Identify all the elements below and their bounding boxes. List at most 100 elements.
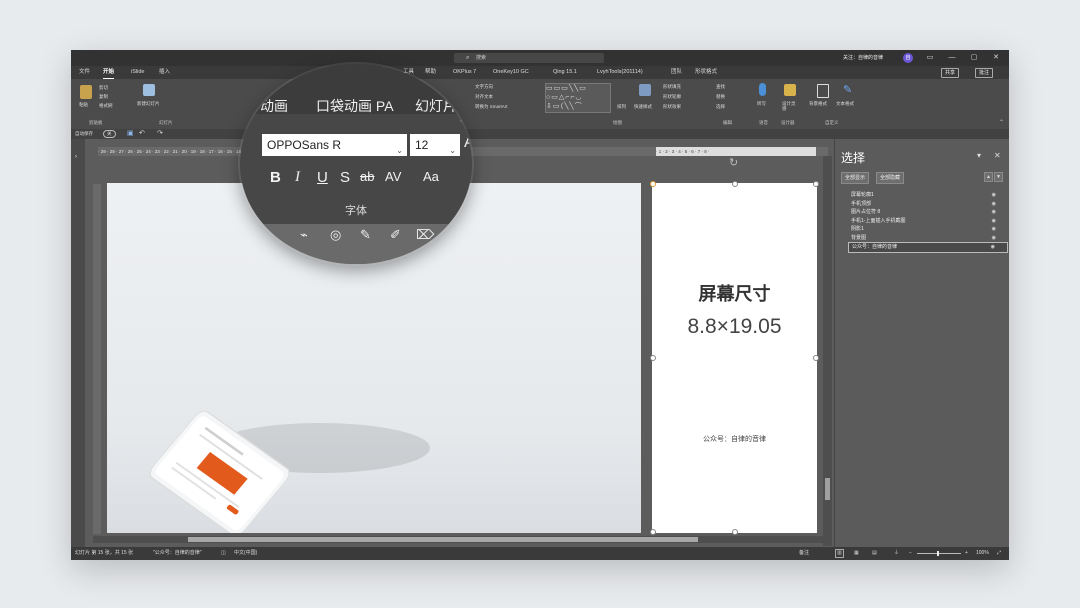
show-all-button[interactable]: 全部显示 xyxy=(841,172,870,184)
slide-screen-size[interactable]: 8.8×19.05 xyxy=(652,315,817,339)
language-indicator[interactable]: 中文(中国) xyxy=(234,547,257,560)
cut-button[interactable]: 剪切 xyxy=(99,85,108,91)
undo-icon[interactable]: ↶ xyxy=(139,129,145,139)
send-backward-icon[interactable]: ▼ xyxy=(994,172,1003,182)
underline-button[interactable]: U xyxy=(317,169,328,186)
eraser-icon[interactable]: ⌦ xyxy=(416,227,434,243)
fit-to-window-icon[interactable]: ⤢ xyxy=(997,547,1001,560)
tab-pocket-animation[interactable]: 口袋动画 PA xyxy=(316,96,394,116)
list-item[interactable]: 手机1-上面插入手机截图 ◉ xyxy=(848,217,1008,226)
tab-slideshow[interactable]: 幻灯片放映 xyxy=(415,96,472,116)
minimize-icon[interactable]: — xyxy=(945,52,959,64)
tab-team[interactable]: 团队 xyxy=(671,66,682,79)
paste-label[interactable]: 粘贴 xyxy=(79,102,88,108)
eye-icon[interactable]: ◉ xyxy=(992,191,996,200)
background-format-icon[interactable] xyxy=(817,84,829,98)
slide-footer-text[interactable]: 公众号：自律的音律 xyxy=(652,434,817,444)
slide-thumbnails-collapsed[interactable] xyxy=(71,139,85,549)
reading-view-icon[interactable]: ▤ xyxy=(872,547,877,560)
resize-handle-bottom-left[interactable] xyxy=(650,529,656,535)
replace-button[interactable]: 替换 xyxy=(716,94,725,100)
tab-shape-format[interactable]: 形状格式 xyxy=(695,66,717,79)
design-ideas-button[interactable]: 设计灵感 xyxy=(782,101,798,111)
collapse-ribbon-icon[interactable]: ⌃ xyxy=(999,119,1004,126)
eye-icon[interactable]: ◉ xyxy=(992,208,996,217)
autosave-toggle[interactable]: 关 xyxy=(103,130,116,138)
tab-animations[interactable]: 动画 xyxy=(260,96,288,116)
eye-icon[interactable]: ◉ xyxy=(992,225,996,234)
tab-qing[interactable]: Qing 15.1 xyxy=(553,66,577,79)
eye-icon[interactable]: ◉ xyxy=(991,243,995,252)
normal-view-icon[interactable]: ▥ xyxy=(835,549,844,558)
slide-sorter-icon[interactable]: ▦ xyxy=(854,547,859,560)
text-direction-button[interactable]: 文字方向 xyxy=(475,84,493,90)
resize-handle-top-right[interactable] xyxy=(813,181,819,187)
vertical-scroll-thumb[interactable] xyxy=(825,478,830,500)
align-text-button[interactable]: 对齐文本 xyxy=(475,94,493,100)
expand-thumbnails-icon[interactable]: › xyxy=(75,154,77,160)
copy-button[interactable]: 复制 xyxy=(99,94,108,100)
list-item[interactable]: 背景图 ◉ xyxy=(848,234,1008,243)
share-button[interactable]: 共享 xyxy=(941,68,960,78)
resize-handle-left[interactable] xyxy=(650,355,656,361)
horizontal-scroll-thumb[interactable] xyxy=(188,537,698,542)
resize-handle-right[interactable] xyxy=(813,355,819,361)
quick-styles-icon[interactable] xyxy=(639,84,651,96)
pane-close-icon[interactable]: ✕ xyxy=(994,151,1001,160)
format-painter-icon[interactable]: ✐ xyxy=(390,227,401,243)
hide-all-button[interactable]: 全部隐藏 xyxy=(876,172,905,184)
account-name[interactable]: 关注：自律的音律 xyxy=(843,53,883,63)
tab-islide[interactable]: iSlide xyxy=(131,66,144,79)
maximize-icon[interactable]: ▢ xyxy=(967,52,981,64)
change-case-button[interactable]: Aa xyxy=(423,169,439,184)
search-box[interactable]: ⌕ 搜索 xyxy=(454,53,604,63)
shape-outline-button[interactable]: 形状轮廓 xyxy=(663,94,681,100)
shadow-button[interactable]: S xyxy=(340,169,350,186)
text-format-button[interactable]: 文本格式 xyxy=(836,101,854,107)
notes-button[interactable]: 备注 xyxy=(799,547,809,560)
resize-handle-bottom[interactable] xyxy=(732,529,738,535)
highlight-icon[interactable]: ◎ xyxy=(330,227,341,243)
redo-icon[interactable]: ↷ xyxy=(157,129,163,139)
text-format-icon[interactable]: ✎ xyxy=(843,84,853,96)
tab-onekey[interactable]: OneKey10 GC xyxy=(493,66,529,79)
new-slide-icon[interactable] xyxy=(143,84,155,96)
rotate-handle-icon[interactable]: ↻ xyxy=(729,156,738,169)
ribbon-display-icon[interactable]: ▭ xyxy=(923,52,937,64)
zoom-out-icon[interactable]: − xyxy=(909,547,912,560)
pane-options-icon[interactable]: ▾ xyxy=(977,151,981,160)
arrange-button[interactable]: 排列 xyxy=(617,104,626,110)
save-icon[interactable]: ▣ xyxy=(127,129,134,139)
designer-icon[interactable] xyxy=(784,84,796,96)
shapes-gallery[interactable]: ▭▭▭╲╲▭ ○▭△⌐⌐◡ ⇩▭⟨╲╲⌒ xyxy=(545,83,611,113)
resize-handle-top[interactable] xyxy=(732,181,738,187)
select-button[interactable]: 选择 xyxy=(716,104,725,110)
font-name-dropdown[interactable]: OPPOSans R ⌄ xyxy=(262,134,407,156)
tab-file[interactable]: 文件 xyxy=(79,66,90,79)
grow-font-icon[interactable]: A xyxy=(464,134,472,152)
tab-home[interactable]: 开始 xyxy=(103,66,115,79)
comment-button[interactable]: 批注 xyxy=(975,68,994,78)
quick-styles-button[interactable]: 快速样式 xyxy=(634,104,652,110)
microphone-icon[interactable] xyxy=(759,83,766,96)
list-item[interactable]: 屏幕轮廓1 ◉ xyxy=(848,191,1008,200)
character-spacing-button[interactable]: AV xyxy=(385,169,401,184)
paste-icon[interactable] xyxy=(80,85,92,99)
strikethrough-button[interactable]: ab xyxy=(360,169,374,184)
list-item[interactable]: 手机顶部 ◉ xyxy=(848,200,1008,209)
find-button[interactable]: 查找 xyxy=(716,84,725,90)
italic-button[interactable]: I xyxy=(295,169,300,186)
shape-fill-button[interactable]: 形状填充 xyxy=(663,84,681,90)
new-slide-button[interactable]: 新建幻灯片 xyxy=(137,101,160,107)
eye-icon[interactable]: ◉ xyxy=(992,234,996,243)
slide-phone-screen-shape[interactable]: 屏幕尺寸 8.8×19.05 公众号：自律的音律 xyxy=(652,183,817,533)
list-item-selected[interactable]: 公众号：自律的音律 ◉ xyxy=(848,242,1008,253)
zoom-slider-thumb[interactable] xyxy=(937,551,939,556)
horizontal-scrollbar[interactable] xyxy=(93,536,823,543)
eye-icon[interactable]: ◉ xyxy=(992,200,996,209)
background-format-button[interactable]: 背景格式 xyxy=(809,101,827,107)
tab-insert[interactable]: 插入 xyxy=(159,66,170,79)
slide-title[interactable]: 屏幕尺寸 xyxy=(652,280,817,306)
font-color-icon[interactable]: ✎ xyxy=(360,227,371,243)
shape-effects-button[interactable]: 形状效果 xyxy=(663,104,681,110)
